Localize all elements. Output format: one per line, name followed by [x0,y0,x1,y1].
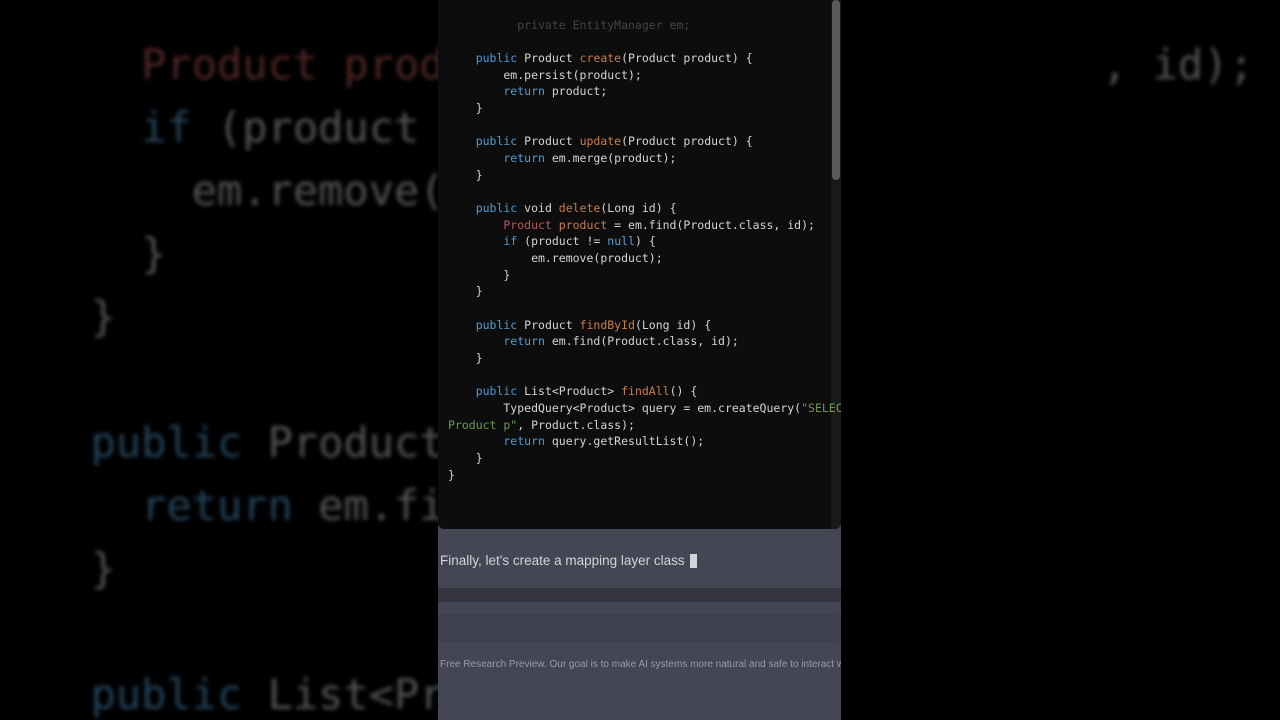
code-line: return [448,151,545,165]
code-line: } [448,468,455,482]
letterbox-right [1260,0,1280,720]
code-line: return [448,334,545,348]
code-line: public [448,384,517,398]
code-line: private EntityManager em; [448,18,690,32]
code-line: } [448,101,483,115]
letterbox-left [0,0,20,720]
chat-panel: private EntityManager em; public Product… [438,0,841,720]
code-block[interactable]: private EntityManager em; public Product… [438,0,841,529]
bg-line: } [40,292,116,341]
bg-line: public [40,418,242,467]
code-line: TypedQuery<Product> query = em.createQue… [448,401,801,415]
bg-line: } [40,544,116,593]
code-line: return [448,84,545,98]
code-line: em.remove(product); [448,251,663,265]
bg-line: public [40,670,242,719]
code-line: Product [448,218,552,232]
code-line: public [448,318,517,332]
code-line: return [448,434,545,448]
code-line: public [448,134,517,148]
assistant-message-text: Finally, let's create a mapping layer cl… [440,553,688,568]
code-line: } [448,268,510,282]
bg-line: } [40,229,166,278]
code-line: } [448,351,483,365]
code-scrollbar-track[interactable] [831,0,841,529]
code-line: Product p" [448,418,517,432]
code-line: } [448,284,483,298]
footer-disclaimer: Free Research Preview. Our goal is to ma… [438,659,841,670]
bg-line: return [40,481,293,530]
code-line: } [448,168,483,182]
typing-cursor-icon [690,554,697,568]
code-line: public [448,51,517,65]
assistant-message: Finally, let's create a mapping layer cl… [438,529,841,588]
code-line: em.persist(product); [448,68,642,82]
code-scrollbar-thumb[interactable] [832,0,840,180]
bg-line: if [40,103,192,152]
code-line: public [448,201,517,215]
separator [438,588,841,602]
code-line: if [448,234,517,248]
chat-input[interactable] [438,614,841,642]
code-line: } [448,451,483,465]
